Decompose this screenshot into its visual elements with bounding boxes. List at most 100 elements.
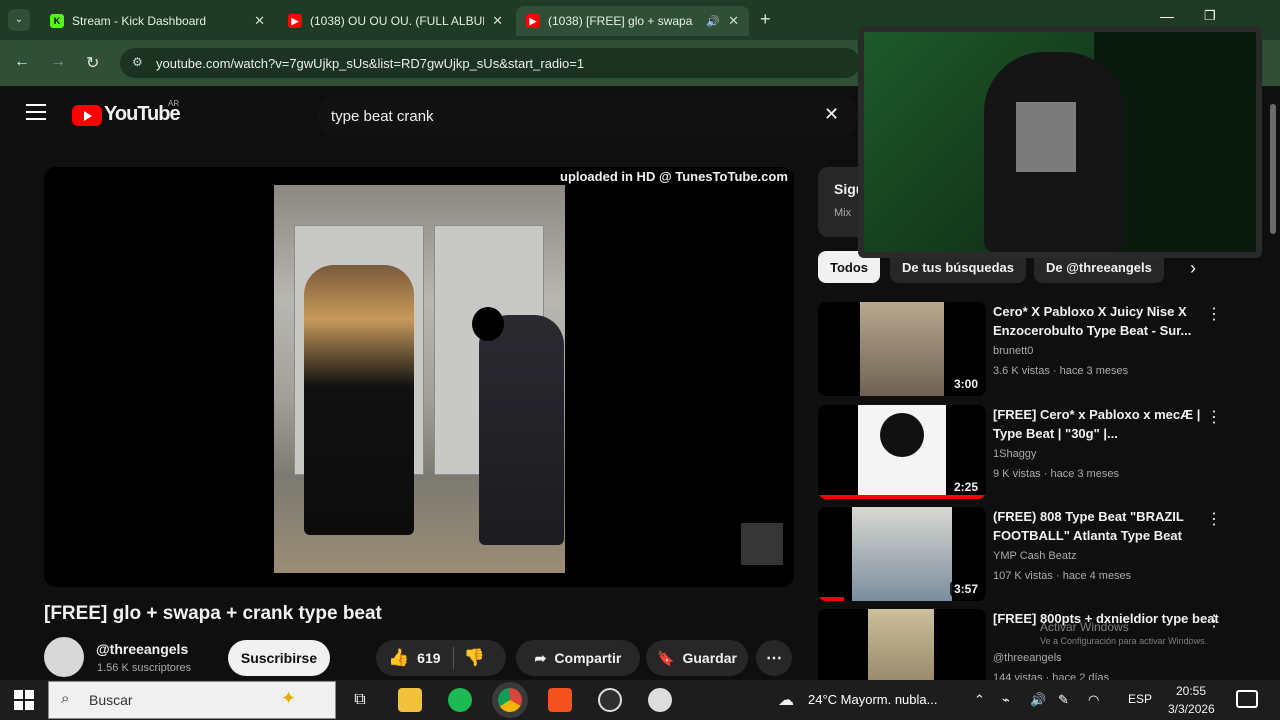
dislike-icon[interactable]: 👎 bbox=[464, 648, 485, 668]
channel-avatar[interactable] bbox=[44, 637, 84, 677]
like-icon[interactable]: 👍 bbox=[388, 648, 409, 668]
forward-icon[interactable]: → bbox=[50, 53, 66, 71]
activate-windows-sub: Ve a Configuración para activar Windows. bbox=[1040, 636, 1208, 646]
webcam-overlay bbox=[858, 26, 1262, 258]
volume-icon[interactable]: 🔊 bbox=[1030, 692, 1046, 708]
pen-icon[interactable]: ✎ bbox=[1058, 692, 1069, 708]
clock-date[interactable]: 3/3/2026 bbox=[1168, 702, 1215, 716]
watch-progress-bar bbox=[818, 597, 844, 601]
recommendation-item[interactable]: 3:00 Cero* X Pabloxo X Juicy Nise X Enzo… bbox=[818, 302, 1268, 396]
tab-label: (1038) [FREE] glo + swapa bbox=[548, 14, 693, 28]
like-dislike-group: 👍 619 👎 bbox=[376, 640, 506, 676]
clock-time[interactable]: 20:55 bbox=[1176, 684, 1206, 698]
recommendation-channel[interactable]: 1Shaggy bbox=[993, 448, 1036, 460]
blur-circle bbox=[472, 307, 504, 341]
youtube-logo-icon[interactable] bbox=[72, 105, 102, 126]
channel-name[interactable]: @threeangels bbox=[96, 641, 188, 657]
windows-start-icon[interactable] bbox=[14, 690, 34, 710]
more-vert-icon[interactable]: ⋮ bbox=[1206, 407, 1222, 427]
watermark-text: uploaded in HD @ TunesToTube.com bbox=[560, 169, 788, 184]
address-bar[interactable]: ⚙ youtube.com/watch?v=7gwUjkp_sUs&list=R… bbox=[120, 48, 860, 78]
tab-youtube-current[interactable]: ▶ (1038) [FREE] glo + swapa 🔊 ✕ bbox=[516, 6, 749, 36]
watch-progress-bar bbox=[818, 495, 986, 499]
recommendation-meta: 144 vistas · hace 2 días bbox=[993, 672, 1110, 680]
more-actions-button[interactable]: ⋯ bbox=[756, 640, 792, 676]
task-view-icon[interactable]: ⧉ bbox=[348, 688, 372, 712]
recommendation-channel[interactable]: brunett0 bbox=[993, 345, 1033, 357]
tab-label: Stream - Kick Dashboard bbox=[72, 14, 207, 28]
weather-text[interactable]: 24°C Mayorm. nubla... bbox=[808, 692, 937, 707]
recommendation-title[interactable]: (FREE) 808 Type Beat "BRAZIL FOOTBALL" A… bbox=[993, 507, 1223, 545]
subscribe-button[interactable]: Suscribirse bbox=[228, 640, 330, 676]
person-right bbox=[479, 315, 564, 545]
youtube-icon: ▶ bbox=[526, 14, 540, 28]
spotify-icon[interactable] bbox=[448, 688, 472, 712]
close-icon[interactable]: ✕ bbox=[728, 13, 739, 29]
more-vert-icon[interactable]: ⋮ bbox=[1206, 611, 1222, 631]
share-icon: ➦ bbox=[534, 649, 547, 666]
video-title: [FREE] glo + swapa + crank type beat bbox=[44, 603, 382, 624]
weather-icon[interactable]: ☁ bbox=[778, 690, 794, 710]
video-thumbnail[interactable] bbox=[818, 609, 986, 680]
chevron-right-icon[interactable]: › bbox=[1190, 258, 1196, 279]
person-left bbox=[304, 265, 414, 535]
tab-youtube-album[interactable]: ▶ (1038) OU OU OU. (FULL ALBUM ✕ bbox=[278, 6, 513, 36]
tray-chevron-icon[interactable]: ⌃ bbox=[974, 692, 985, 708]
file-explorer-icon[interactable] bbox=[398, 688, 422, 712]
network-icon[interactable]: ⌁ bbox=[1002, 692, 1010, 708]
recommendation-title[interactable]: Cero* X Pabloxo X Juicy Nise X Enzocerob… bbox=[993, 302, 1223, 340]
next-up-sub: Mix bbox=[834, 207, 852, 219]
recommendation-title[interactable]: [FREE] Cero* x Pabloxo x mecÆ | Type Bea… bbox=[993, 405, 1223, 443]
share-button[interactable]: ➦ Compartir bbox=[516, 640, 640, 676]
sparkle-icon: ✦ bbox=[281, 688, 297, 708]
video-thumbnail[interactable]: 2:25 bbox=[818, 405, 986, 499]
new-tab-button[interactable]: + bbox=[760, 9, 771, 30]
clear-search-icon[interactable]: ✕ bbox=[824, 104, 839, 125]
app-orange-icon[interactable] bbox=[548, 688, 572, 712]
more-vert-icon[interactable]: ⋮ bbox=[1206, 304, 1222, 324]
search-icon: ⌕ bbox=[61, 690, 70, 707]
site-info-icon[interactable]: ⚙ bbox=[132, 55, 143, 69]
recommendation-channel[interactable]: @threeangels bbox=[993, 652, 1062, 664]
more-vert-icon[interactable]: ⋮ bbox=[1206, 509, 1222, 529]
video-player[interactable]: uploaded in HD @ TunesToTube.com bbox=[44, 167, 794, 587]
close-icon[interactable]: ✕ bbox=[254, 13, 265, 29]
taskbar-search[interactable]: ⌕ Buscar ✦ bbox=[48, 681, 336, 719]
recommendation-channel[interactable]: YMP Cash Beatz bbox=[993, 550, 1077, 562]
language-indicator[interactable]: ESP bbox=[1128, 692, 1152, 706]
menu-icon[interactable] bbox=[26, 104, 46, 120]
channel-watermark-icon[interactable] bbox=[741, 523, 783, 565]
wifi-icon[interactable]: ◠ bbox=[1088, 692, 1099, 708]
save-button[interactable]: 🔖 Guardar bbox=[646, 640, 748, 676]
taskbar-search-placeholder: Buscar bbox=[89, 692, 133, 708]
search-input[interactable]: type beat crank ✕ bbox=[318, 96, 858, 136]
page-scrollbar[interactable] bbox=[1270, 104, 1276, 234]
bookmark-icon: 🔖 bbox=[657, 649, 675, 666]
duration-badge: 3:00 bbox=[949, 376, 982, 392]
recommendation-item[interactable]: 3:57 (FREE) 808 Type Beat "BRAZIL FOOTBA… bbox=[818, 507, 1268, 601]
notifications-icon[interactable] bbox=[1236, 690, 1258, 708]
whatsapp-icon[interactable] bbox=[648, 688, 672, 712]
video-frame-image bbox=[274, 185, 565, 573]
video-thumbnail[interactable]: 3:57 bbox=[818, 507, 986, 601]
save-label: Guardar bbox=[682, 650, 737, 666]
minimize-icon[interactable]: — bbox=[1160, 8, 1174, 24]
youtube-icon: ▶ bbox=[288, 14, 302, 28]
subscriber-count: 1.56 K suscriptores bbox=[97, 662, 192, 674]
share-label: Compartir bbox=[554, 650, 622, 666]
chrome-icon[interactable] bbox=[498, 688, 522, 712]
close-icon[interactable]: ✕ bbox=[492, 13, 503, 29]
url-text: youtube.com/watch?v=7gwUjkp_sUs&list=RD7… bbox=[156, 55, 585, 71]
video-thumbnail[interactable]: 3:00 bbox=[818, 302, 986, 396]
recommendation-item[interactable]: 2:25 [FREE] Cero* x Pabloxo x mecÆ | Typ… bbox=[818, 405, 1268, 499]
tab-kick[interactable]: K Stream - Kick Dashboard ✕ bbox=[40, 6, 275, 36]
speaker-icon[interactable]: 🔊 bbox=[706, 15, 720, 28]
country-badge: AR bbox=[168, 99, 180, 108]
activate-windows-title: Activar Windows bbox=[1040, 620, 1129, 634]
obs-icon[interactable] bbox=[598, 688, 622, 712]
back-icon[interactable]: ← bbox=[14, 53, 30, 71]
like-count[interactable]: 619 bbox=[417, 650, 440, 666]
restore-icon[interactable]: ❐ bbox=[1204, 8, 1216, 24]
tab-search-icon[interactable]: ⌄ bbox=[8, 9, 30, 31]
reload-icon[interactable]: ↻ bbox=[86, 53, 99, 73]
